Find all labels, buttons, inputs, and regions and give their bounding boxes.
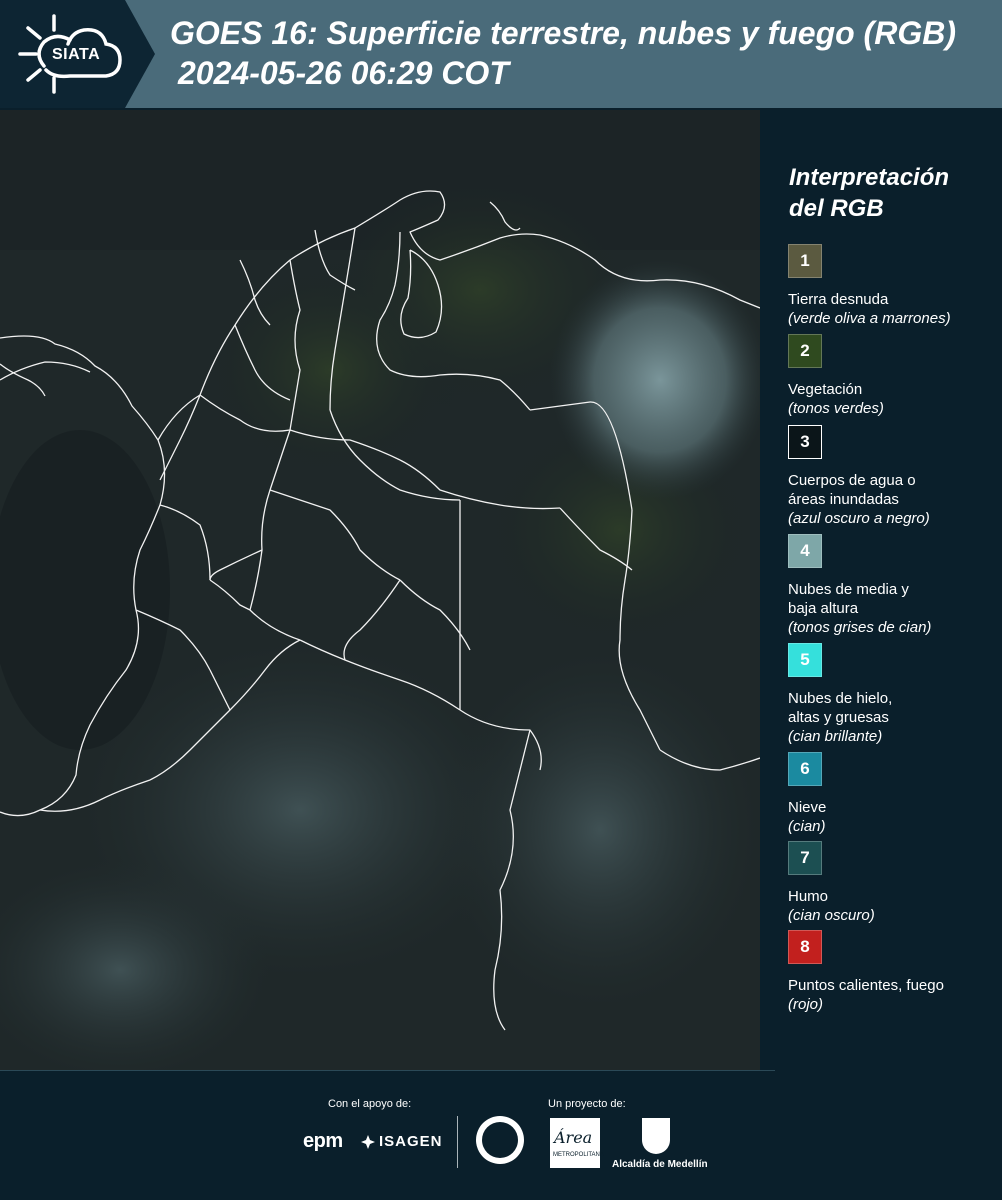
isagen-icon — [361, 1134, 375, 1149]
legend-label: Puntos calientes, fuego — [788, 977, 944, 994]
legend-desc: (cian brillante) — [788, 728, 883, 745]
legend-swatch: 6 — [788, 752, 822, 786]
footer: Con el apoyo de: Un proyecto de: epm ISA… — [0, 1070, 1002, 1200]
siata-logo[interactable]: SIATA — [0, 0, 155, 108]
legend-label: Vegetación — [788, 381, 863, 398]
legend-panel: Interpretación del RGB 1 Tierra desnuda … — [762, 110, 1002, 1070]
legend-label: Nubes de media y baja altura — [788, 581, 909, 617]
legend-desc: (cian) — [788, 818, 826, 835]
legend-item-water: 3 Cuerpos de agua o áreas inundadas (azu… — [788, 425, 993, 528]
isagen-text: ISAGEN — [379, 1133, 443, 1150]
legend-title: Interpretación del RGB — [789, 164, 950, 222]
legend-item-bare-soil: 1 Tierra desnuda (verde oliva a marrones… — [788, 244, 993, 328]
logo-text: SIATA — [52, 46, 101, 63]
legend-item-fire: 8 Puntos calientes, fuego (rojo) — [788, 930, 993, 1014]
legend-item-snow: 6 Nieve (cian) — [788, 752, 993, 836]
legend-swatch: 5 — [788, 643, 822, 677]
area-metropolitana-logo[interactable]: Área METROPOLITANA — [550, 1118, 604, 1168]
header: SIATA GOES 16: Superficie terrestre, nub… — [0, 0, 1002, 108]
legend-label: Nieve — [788, 799, 827, 816]
isagen-logo[interactable]: ISAGEN — [360, 1133, 443, 1150]
legend-label: Nubes de hielo, altas y gruesas — [788, 690, 893, 726]
legend-desc: (verde oliva a marrones) — [788, 310, 951, 327]
support-label: Con el apoyo de: — [328, 1098, 412, 1110]
legend-desc: (tonos verdes) — [788, 400, 884, 417]
legend-desc: (azul oscuro a negro) — [788, 510, 930, 527]
legend-item-vegetation: 2 Vegetación (tonos verdes) — [788, 334, 993, 418]
project-label: Un proyecto de: — [548, 1098, 626, 1110]
page-title: GOES 16: Superficie terrestre, nubes y f… — [170, 15, 956, 51]
legend-swatch: 4 — [788, 534, 822, 568]
alcaldia-shield-icon[interactable] — [642, 1118, 670, 1154]
logo-divider — [457, 1116, 458, 1168]
epm-logo[interactable]: epm — [303, 1130, 343, 1153]
legend-label: Cuerpos de agua o áreas inundadas — [788, 472, 916, 508]
legend-item-ice-clouds: 5 Nubes de hielo, altas y gruesas (cian … — [788, 643, 993, 746]
page-timestamp: 2024-05-26 06:29 COT — [178, 55, 509, 91]
alcaldia-label: Alcaldía de Medellín — [612, 1159, 708, 1170]
legend-swatch: 2 — [788, 334, 822, 368]
area-logo-text: Área — [554, 1128, 593, 1147]
legend-label: Humo — [788, 888, 829, 905]
legend-desc: (tonos grises de cian) — [788, 619, 932, 636]
satellite-image — [0, 110, 760, 1070]
legend-swatch: 7 — [788, 841, 822, 875]
university-seal-logo[interactable] — [476, 1116, 524, 1164]
satellite-map[interactable] — [0, 110, 760, 1070]
area-logo-subtext: METROPOLITANA — [553, 1152, 604, 1158]
seal-inner — [482, 1122, 518, 1158]
legend-item-low-clouds: 4 Nubes de media y baja altura (tonos gr… — [788, 534, 993, 637]
legend-desc: (rojo) — [788, 996, 824, 1013]
legend-swatch: 8 — [788, 930, 822, 964]
legend-swatch: 3 — [788, 425, 822, 459]
legend-swatch: 1 — [788, 244, 822, 278]
legend-label: Tierra desnuda — [788, 291, 889, 308]
footer-divider-line — [0, 1070, 775, 1071]
legend-item-smoke: 7 Humo (cian oscuro) — [788, 841, 993, 925]
legend-desc: (cian oscuro) — [788, 907, 875, 924]
